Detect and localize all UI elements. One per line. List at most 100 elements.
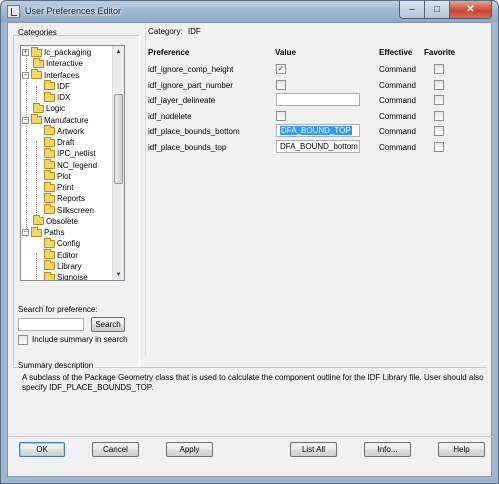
folder-icon [44, 147, 55, 158]
tree-item-label: Config [57, 239, 81, 249]
folder-icon [44, 159, 55, 169]
scroll-thumb[interactable] [114, 94, 123, 184]
column-header-favorite: Favorite [424, 48, 456, 57]
tree-item[interactable]: IPC_netlist [33, 147, 96, 159]
include-summary-checkbox[interactable] [18, 335, 28, 345]
minimize-button[interactable]: – [399, 1, 425, 19]
tree-item[interactable]: NC_legend [33, 159, 97, 171]
tree-item-label: Paths [44, 228, 65, 237]
tree-item[interactable]: IDX [33, 91, 71, 103]
tree-item[interactable]: Print [33, 181, 73, 193]
favorite-checkbox[interactable] [434, 79, 444, 90]
preference-value-input[interactable] [276, 93, 360, 106]
tree-item[interactable]: Interactive [22, 57, 83, 69]
preference-name: idf_ignore_part_number [148, 80, 233, 90]
preference-effective: Command [379, 65, 416, 74]
apply-button[interactable]: Apply [166, 442, 213, 457]
preference-name: idf_ignore_comp_height [148, 65, 234, 74]
preference-value-input[interactable]: DFA_BOUND_bottom [276, 139, 360, 153]
tree-item[interactable]: Draft [33, 136, 74, 148]
tree-item-label: Silkscreen [57, 205, 94, 215]
tree-item[interactable]: Config [33, 237, 81, 249]
tree-item[interactable]: Plot [33, 170, 71, 182]
tree-item[interactable]: − Interfaces [22, 69, 79, 81]
tree-item[interactable]: Artwork [33, 125, 85, 137]
preference-value-checkbox[interactable]: ✓ [276, 64, 286, 74]
tree-item[interactable]: Silkscreen [33, 204, 94, 216]
search-label: Search for preference: [18, 305, 98, 314]
tree-item[interactable]: − Paths [22, 226, 65, 238]
favorite-checkbox[interactable] [434, 95, 444, 105]
app-icon [7, 5, 20, 18]
window-controls: – □ ✕ [399, 1, 492, 19]
search-button[interactable]: Search [91, 317, 125, 332]
tree-item[interactable]: Editor [33, 249, 78, 261]
list-all-button[interactable]: List All [290, 442, 337, 457]
preference-effective: Command [379, 96, 416, 105]
folder-icon [44, 260, 55, 271]
preference-value-checkbox[interactable] [276, 79, 286, 90]
dialog-client: Categories + Ic_packaging Interactive − Inte… [7, 22, 493, 477]
tree-item-label: Artwork [57, 126, 85, 136]
tree-item[interactable]: Reports [33, 192, 86, 204]
column-header-effective: Effective [379, 48, 413, 57]
summary-text-line2: specify IDF_PLACE_BOUNDS_TOP. [22, 383, 154, 392]
collapse-icon[interactable]: − [22, 229, 29, 236]
favorite-checkbox[interactable] [434, 110, 444, 121]
folder-icon [31, 114, 42, 124]
folder-icon [44, 237, 55, 248]
favorite-checkbox[interactable] [434, 64, 444, 74]
tree-item[interactable]: Obsolete [22, 215, 79, 227]
collapse-icon[interactable]: − [22, 71, 29, 79]
folder-icon [44, 170, 55, 181]
scroll-down-icon[interactable]: ▼ [113, 269, 124, 280]
folder-icon [44, 181, 55, 192]
tree-item-label: Reports [57, 194, 86, 204]
folder-icon [44, 192, 55, 203]
category-prefix: Category: [148, 27, 183, 36]
tree-item[interactable]: Logic [22, 102, 65, 114]
close-button[interactable]: ✕ [450, 1, 492, 19]
help-button[interactable]: Help [438, 442, 485, 457]
column-header-value: Value [275, 48, 296, 57]
tree-item-label: Plot [57, 171, 71, 181]
tree-item-label: IDX [57, 93, 71, 102]
preferences-panel: Category: IDF Preference Value Effective… [145, 23, 489, 355]
tree-scrollbar[interactable]: ▲ ▼ [112, 46, 124, 280]
preference-name: idf_layer_delineate [148, 96, 216, 105]
tree-item[interactable]: Library [33, 260, 82, 272]
tree-item-label: Obsolete [46, 216, 79, 226]
scroll-up-icon[interactable]: ▲ [113, 46, 124, 57]
tree-item[interactable]: + Ic_packaging [22, 46, 91, 58]
expand-icon[interactable]: + [22, 49, 29, 56]
include-summary-label: Include summary in search [32, 335, 128, 344]
tree-item[interactable]: − Manufacture [22, 114, 89, 126]
title-bar[interactable]: User Preferences Editor – □ ✕ [1, 1, 498, 22]
tree-item[interactable]: Signoise [33, 271, 88, 280]
tree-item-label: Editor [57, 250, 78, 260]
favorite-checkbox[interactable] [434, 126, 444, 136]
favorite-checkbox[interactable] [434, 141, 444, 152]
window-title: User Preferences Editor [25, 6, 122, 16]
cancel-button[interactable]: Cancel [92, 442, 139, 457]
preference-value-text: DFA_BOUND_bottom [280, 141, 358, 151]
search-input[interactable] [18, 318, 84, 331]
preference-effective: Command [379, 80, 416, 90]
ok-button[interactable]: OK [19, 442, 65, 457]
tree-item-label: Manufacture [44, 115, 89, 125]
preference-value-input[interactable]: DFA_BOUND_TOP [276, 124, 360, 137]
preference-effective: Command [379, 127, 416, 136]
tree-item-label: Library [57, 261, 82, 271]
tree-item-label: IDF [57, 81, 70, 91]
preference-value-checkbox[interactable] [276, 110, 286, 121]
category-tree[interactable]: + Ic_packaging Interactive − Interfaces IDF ID… [20, 45, 125, 281]
maximize-button[interactable]: □ [425, 1, 450, 19]
info-button[interactable]: Info... [364, 442, 411, 457]
tree-item[interactable]: IDF [33, 80, 70, 92]
tree-item-label: IPC_netlist [57, 149, 96, 159]
folder-icon [44, 125, 55, 136]
folder-icon [44, 91, 55, 102]
folder-icon [31, 69, 42, 79]
folder-icon [44, 249, 55, 259]
collapse-icon[interactable]: − [22, 116, 29, 124]
